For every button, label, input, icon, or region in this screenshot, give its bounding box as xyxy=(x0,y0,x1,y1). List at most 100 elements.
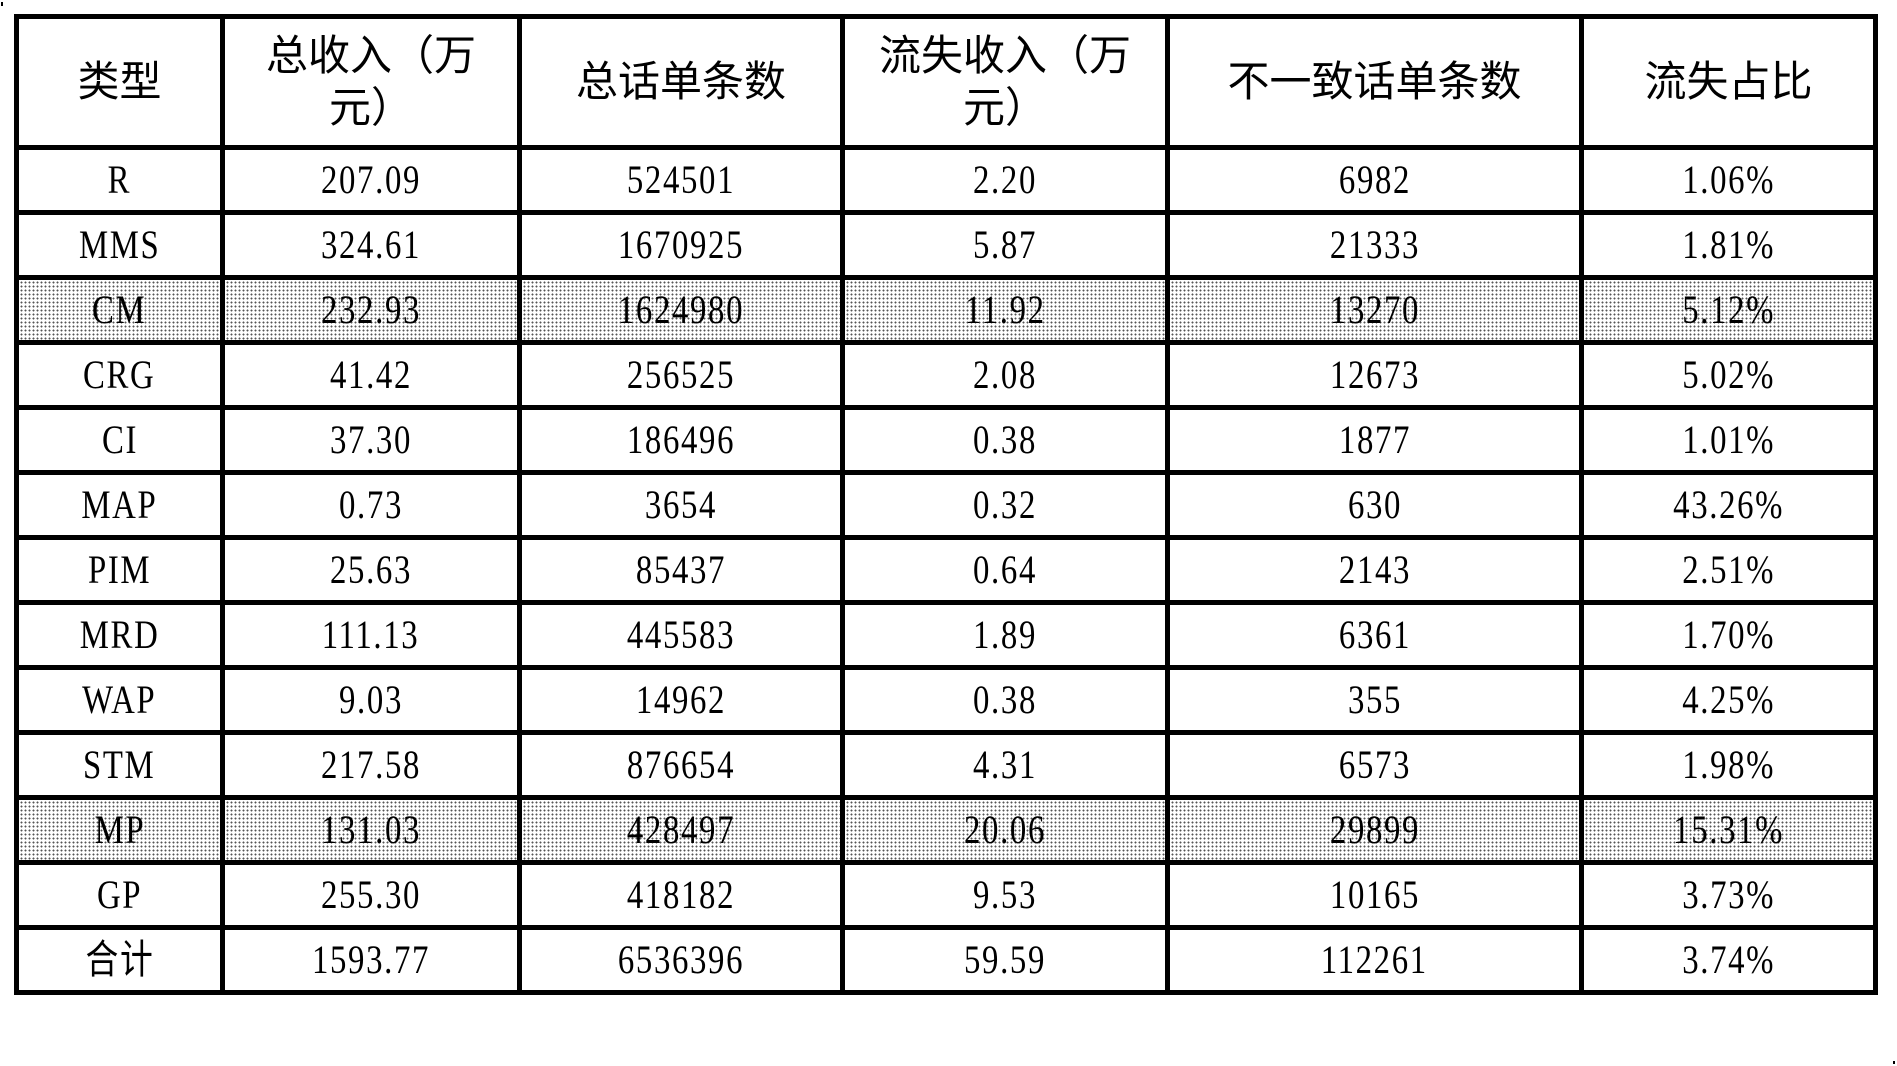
cell-total-income-text: 25.63 xyxy=(330,547,412,592)
cell-lost-income: 2.20 xyxy=(840,145,1170,215)
cell-total-income: 232.93 xyxy=(220,275,522,345)
cell-inconsistent-records-text: 6361 xyxy=(1338,612,1411,657)
cell-type: MRD xyxy=(14,600,225,670)
cell-inconsistent-records: 29899 xyxy=(1165,795,1584,865)
cell-type: R xyxy=(14,145,225,215)
cell-total-records-text: 85437 xyxy=(635,547,727,592)
cell-lost-income: 0.38 xyxy=(840,405,1170,475)
cell-total-income-text: 41.42 xyxy=(330,352,412,397)
cell-type: CRG xyxy=(14,340,225,410)
cell-loss-ratio-text: 3.74% xyxy=(1682,937,1775,982)
cell-total-records-text: 256525 xyxy=(626,352,736,397)
cell-type-text: MMS xyxy=(78,222,161,267)
table-row: MMS 324.61 1670925 5.87 21333 1.81% xyxy=(14,210,1878,280)
table-row: CM 232.93 1624980 11.92 13270 5.12% xyxy=(14,275,1878,345)
cell-total-income: 207.09 xyxy=(220,145,522,215)
cell-total-records-text: 524501 xyxy=(626,157,736,202)
cell-loss-ratio-text: 1.01% xyxy=(1682,417,1775,462)
cell-total-records-text: 1670925 xyxy=(617,222,745,267)
cell-lost-income-text: 9.53 xyxy=(973,872,1037,917)
cell-loss-ratio-text: 1.81% xyxy=(1682,222,1775,267)
cell-total-records: 3654 xyxy=(517,470,845,540)
cell-total-income: 324.61 xyxy=(220,210,522,280)
cell-total-records-text: 186496 xyxy=(626,417,736,462)
cell-inconsistent-records-text: 2143 xyxy=(1338,547,1411,592)
cell-loss-ratio-text: 5.02% xyxy=(1682,352,1775,397)
cell-total-records-text: 6536396 xyxy=(617,937,745,982)
table-row: MP 131.03 428497 20.06 29899 15.31% xyxy=(14,795,1878,865)
cell-type: CM xyxy=(14,275,225,345)
cell-total-records: 418182 xyxy=(517,860,845,930)
cell-total-records-text: 418182 xyxy=(626,872,736,917)
cell-total-income: 111.13 xyxy=(220,600,522,670)
cell-total-income: 1593.77 xyxy=(220,925,522,995)
revenue-loss-table: 类型 总收入（万元） 总话单条数 流失收入（万元） 不一致话单条数 流失占比 R… xyxy=(14,14,1878,995)
cell-total-income: 25.63 xyxy=(220,535,522,605)
cell-inconsistent-records-text: 6573 xyxy=(1338,742,1411,787)
cell-lost-income: 2.08 xyxy=(840,340,1170,410)
table-row: WAP 9.03 14962 0.38 355 4.25% xyxy=(14,665,1878,735)
cell-lost-income: 0.32 xyxy=(840,470,1170,540)
cell-loss-ratio-text: 2.51% xyxy=(1682,547,1775,592)
cell-total-income-text: 217.58 xyxy=(320,742,422,787)
table-row: PIM 25.63 85437 0.64 2143 2.51% xyxy=(14,535,1878,605)
cell-lost-income-text: 0.38 xyxy=(973,417,1037,462)
cell-inconsistent-records: 112261 xyxy=(1165,925,1584,995)
cell-loss-ratio-text: 5.12% xyxy=(1682,287,1775,332)
header-type: 类型 xyxy=(14,14,225,150)
cell-type-text: CRG xyxy=(83,352,156,397)
cell-total-income-text: 0.73 xyxy=(339,482,403,527)
cell-lost-income-text: 20.06 xyxy=(964,807,1046,852)
cell-total-income-text: 255.30 xyxy=(320,872,422,917)
cell-lost-income: 5.87 xyxy=(840,210,1170,280)
header-total-records: 总话单条数 xyxy=(517,14,845,150)
cell-total-income: 0.73 xyxy=(220,470,522,540)
cell-type-text: PIM xyxy=(87,547,152,592)
header-row: 类型 总收入（万元） 总话单条数 流失收入（万元） 不一致话单条数 流失占比 xyxy=(14,14,1878,150)
cell-inconsistent-records: 355 xyxy=(1165,665,1584,735)
corner-mark xyxy=(1,2,3,6)
cell-total-records: 6536396 xyxy=(517,925,845,995)
cell-type-text: 合计 xyxy=(85,937,154,982)
cell-type: 合计 xyxy=(14,925,225,995)
cell-type-text: MP xyxy=(94,807,145,852)
cell-loss-ratio-text: 3.73% xyxy=(1682,872,1775,917)
cell-total-records: 445583 xyxy=(517,600,845,670)
cell-type: PIM xyxy=(14,535,225,605)
cell-total-income-text: 111.13 xyxy=(322,612,420,657)
cell-loss-ratio-text: 15.31% xyxy=(1673,807,1784,852)
cell-total-records: 256525 xyxy=(517,340,845,410)
cell-inconsistent-records-text: 355 xyxy=(1347,677,1402,722)
cell-lost-income-text: 0.32 xyxy=(973,482,1037,527)
cell-total-income-text: 1593.77 xyxy=(311,937,431,982)
cell-loss-ratio-text: 43.26% xyxy=(1673,482,1784,527)
cell-total-records: 876654 xyxy=(517,730,845,800)
cell-total-income-text: 131.03 xyxy=(320,807,422,852)
cell-type: MMS xyxy=(14,210,225,280)
cell-total-income: 41.42 xyxy=(220,340,522,410)
cell-loss-ratio-text: 1.98% xyxy=(1682,742,1775,787)
cell-total-income: 217.58 xyxy=(220,730,522,800)
cell-lost-income: 9.53 xyxy=(840,860,1170,930)
cell-total-records: 428497 xyxy=(517,795,845,865)
cell-type: MP xyxy=(14,795,225,865)
cell-inconsistent-records-text: 29899 xyxy=(1329,807,1420,852)
cell-total-income: 131.03 xyxy=(220,795,522,865)
cell-loss-ratio-text: 1.70% xyxy=(1682,612,1775,657)
cell-inconsistent-records: 6361 xyxy=(1165,600,1584,670)
cell-lost-income-text: 0.64 xyxy=(973,547,1037,592)
cell-total-income: 255.30 xyxy=(220,860,522,930)
cell-inconsistent-records: 10165 xyxy=(1165,860,1584,930)
cell-inconsistent-records-text: 13270 xyxy=(1329,287,1420,332)
table-row: R 207.09 524501 2.20 6982 1.06% xyxy=(14,145,1878,215)
cell-lost-income-text: 0.38 xyxy=(973,677,1037,722)
cell-inconsistent-records-text: 630 xyxy=(1347,482,1402,527)
cell-total-income: 37.30 xyxy=(220,405,522,475)
cell-lost-income: 11.92 xyxy=(840,275,1170,345)
cell-type-text: STM xyxy=(83,742,156,787)
cell-lost-income-text: 1.89 xyxy=(973,612,1037,657)
cell-loss-ratio: 3.74% xyxy=(1579,925,1878,995)
cell-inconsistent-records-text: 10165 xyxy=(1329,872,1420,917)
cell-loss-ratio: 15.31% xyxy=(1579,795,1878,865)
cell-loss-ratio: 1.98% xyxy=(1579,730,1878,800)
